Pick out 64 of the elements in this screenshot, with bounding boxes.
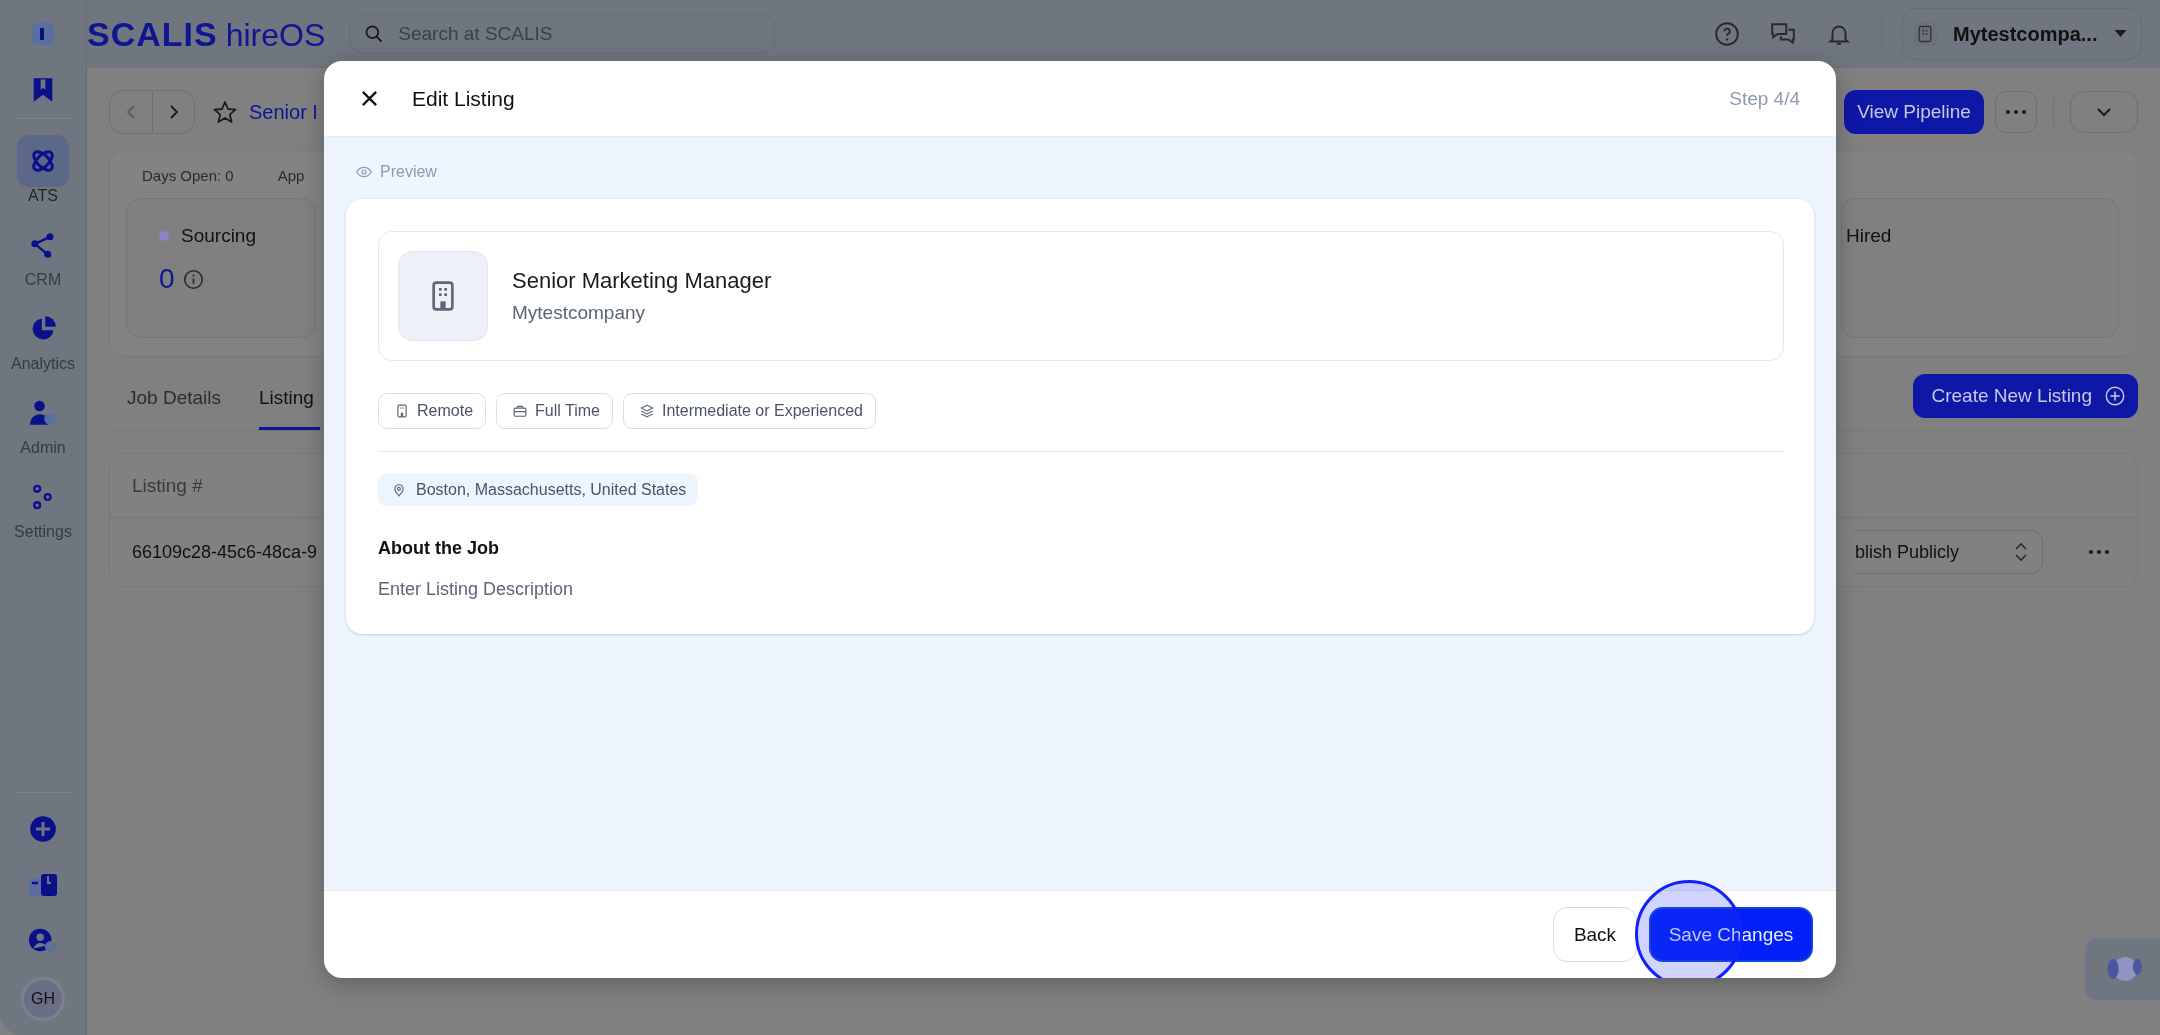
search-icon: [364, 24, 385, 44]
company-name: Mytestcompany: [512, 302, 647, 324]
tag: Full Time: [496, 393, 613, 429]
company-selector[interactable]: Mytestcompa...: [1902, 8, 2142, 60]
building-icon: [395, 404, 409, 418]
chevron-left-icon: [126, 104, 136, 120]
sidebar-item[interactable]: Analytics: [11, 303, 75, 379]
create-listing-button[interactable]: Create New Listing: [1913, 374, 2138, 418]
status-select[interactable]: blish Publicly: [1855, 530, 2043, 574]
back-button[interactable]: Back: [1553, 907, 1637, 962]
search-field[interactable]: Search at SCALIS: [349, 14, 776, 54]
stat-label: Days Open: 0: [142, 167, 234, 184]
dialog-title: Edit Listing: [412, 86, 515, 111]
plus-circle-icon: [2104, 385, 2126, 407]
job-title: Senior I: [249, 100, 318, 124]
close-icon[interactable]: [360, 89, 379, 108]
column-header: Listing #: [132, 474, 203, 497]
more-button[interactable]: [1995, 91, 2037, 133]
user-settings-icon: [29, 399, 57, 427]
company-name: Mytestcompa...: [1953, 22, 2098, 46]
chevron-down-icon: [2096, 107, 2112, 117]
chat-icon[interactable]: [1770, 21, 1796, 47]
stat-label: App: [277, 167, 305, 184]
tag: Intermediate or Experienced: [622, 393, 876, 429]
product-name: hireOS: [225, 16, 326, 54]
location-chip: Boston, Massachusetts, United States: [378, 474, 699, 506]
info-icon[interactable]: [182, 268, 204, 290]
preview-label: Preview: [380, 163, 437, 181]
atom-icon: [29, 147, 57, 175]
caret-icon: [2114, 30, 2127, 38]
chevron-right-icon: [168, 104, 179, 120]
tab[interactable]: Job Details: [127, 387, 221, 430]
description-text: Enter Listing Description: [378, 579, 575, 600]
stage-count: 0: [159, 263, 175, 295]
sidebar-item[interactable]: CRM: [17, 219, 69, 295]
step-indicator: Step 4/4: [1729, 87, 1800, 110]
logo-icon[interactable]: [31, 22, 55, 46]
building-icon: [1913, 22, 1937, 46]
stage-name: Hired: [1846, 225, 1892, 247]
sidebar-item[interactable]: Admin: [17, 387, 69, 463]
add-user-icon[interactable]: [28, 927, 58, 955]
user-avatar[interactable]: GH: [21, 977, 65, 1021]
pin-icon: [392, 483, 406, 497]
sort-arrows-icon: [2014, 541, 2028, 563]
tag: Remote: [378, 393, 487, 429]
mailbox-icon[interactable]: [28, 871, 58, 899]
tab[interactable]: Listing: [259, 387, 320, 430]
more-icon: [2006, 110, 2026, 114]
section-heading: About the Job: [378, 538, 500, 559]
plus-icon[interactable]: [28, 815, 58, 843]
listing-title: Senior Marketing Manager: [512, 268, 772, 294]
view-pipeline-button[interactable]: View Pipeline: [1844, 90, 1984, 134]
brand-logo[interactable]: SCALIS: [87, 14, 218, 54]
star-icon[interactable]: [213, 100, 237, 124]
table-cell: 66109c28-45c6-48ca-9: [132, 541, 318, 563]
save-button[interactable]: Save Changes: [1649, 907, 1813, 962]
more-icon: [2089, 550, 2109, 554]
eye-icon: [356, 166, 372, 178]
help-icon[interactable]: [1714, 21, 1740, 47]
sidebar-item[interactable]: Settings: [14, 471, 72, 547]
stage-name: Sourcing: [181, 225, 256, 247]
layers-icon: [639, 404, 654, 418]
assistant-button[interactable]: [2085, 938, 2160, 1000]
briefcase-icon: [513, 404, 528, 418]
